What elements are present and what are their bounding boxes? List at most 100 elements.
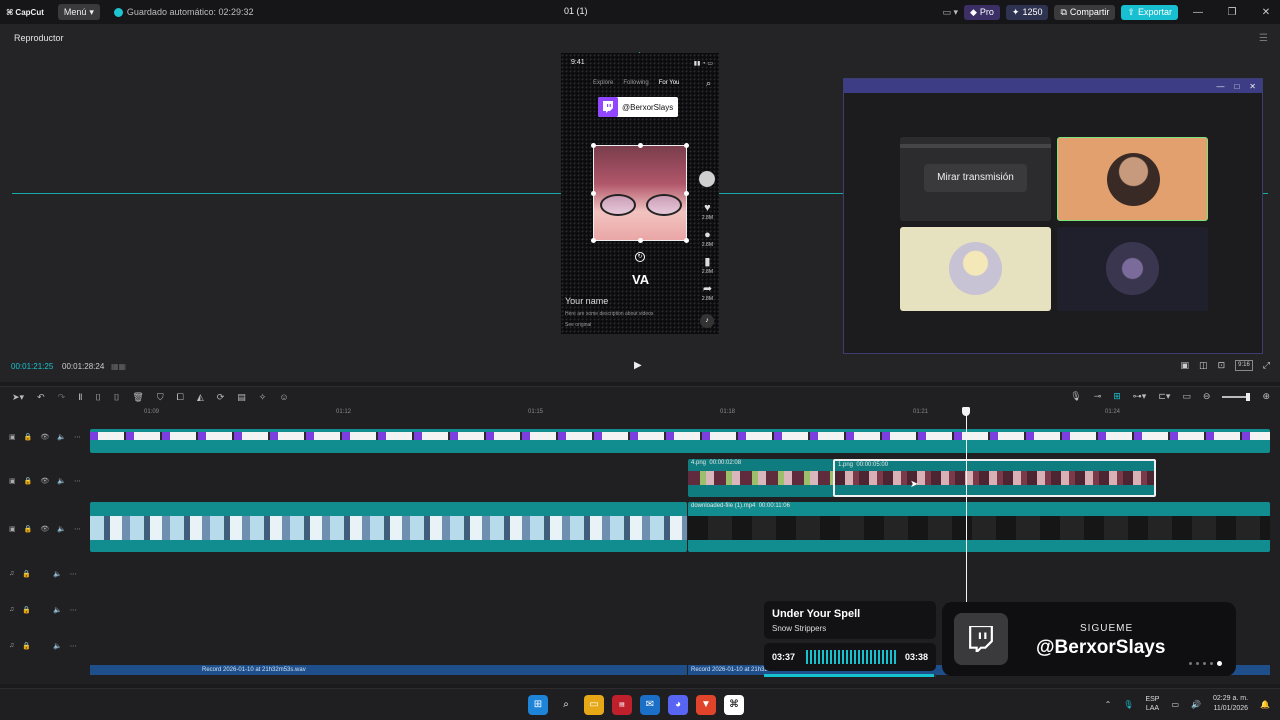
resize-handle-bottom[interactable]	[638, 238, 643, 243]
image-quality-icon[interactable]: ▣	[1181, 360, 1190, 371]
image-clip-1png-selected[interactable]: 1.png 00:00:05:00	[833, 459, 1156, 497]
chain-icon[interactable]: ⊶▾	[1133, 391, 1147, 402]
caption-text[interactable]: VA	[632, 272, 649, 287]
maximize-icon[interactable]: □	[1234, 82, 1239, 91]
windows-start-icon[interactable]: ⊞	[528, 695, 548, 715]
pro-button[interactable]: ◆ Pro	[963, 4, 1000, 20]
resize-handle-bl[interactable]	[591, 238, 596, 243]
mirror-icon[interactable]: ◭	[197, 392, 204, 403]
track-toggle-icon[interactable]: ▣	[9, 525, 16, 533]
eye-icon[interactable]: 👁	[40, 433, 49, 441]
person-cutout-icon[interactable]: ☺	[279, 392, 288, 403]
resize-handle-left[interactable]	[591, 191, 596, 196]
speaker-icon[interactable]: 🔈	[53, 570, 62, 578]
close-icon[interactable]: ✕	[1252, 7, 1280, 18]
zoom-out-icon[interactable]: ⊖	[1203, 391, 1211, 402]
zoom-slider-thumb[interactable]	[1246, 392, 1251, 401]
fullscreen-icon[interactable]: ⤢	[1263, 360, 1270, 371]
aspect-icon[interactable]: ◫	[1199, 360, 1208, 371]
video-clip-downloaded[interactable]: downloaded-file (1).mp4 00:00:11:06	[688, 502, 1270, 552]
image-clip-4png[interactable]: 4.png 00:00:02:08	[688, 459, 834, 497]
split-icon[interactable]: Ⅱ	[78, 392, 82, 403]
more-icon[interactable]: ⋯	[70, 606, 77, 614]
menu-button[interactable]: Menú ▾	[57, 4, 100, 20]
project-title[interactable]: 01 (1)	[564, 6, 588, 16]
resize-handle-tl[interactable]	[591, 143, 596, 148]
speaker-icon[interactable]: 🔈	[57, 477, 66, 485]
resize-handle-tr[interactable]	[684, 143, 689, 148]
outlook-icon[interactable]: ✉	[640, 695, 660, 715]
select-cursor-icon[interactable]: ➤▾	[12, 392, 24, 403]
discord-icon[interactable]: ◕	[668, 695, 688, 715]
volume-icon[interactable]: 🔊	[1191, 700, 1201, 709]
audio-track-icon[interactable]: ♫	[9, 606, 14, 614]
eye-icon[interactable]: 👁	[40, 525, 49, 533]
notifications-icon[interactable]: 🔔	[1260, 700, 1270, 709]
more-icon[interactable]: ⋯	[70, 570, 77, 578]
magnet-icon[interactable]: ⊞	[1113, 391, 1121, 402]
lock-icon[interactable]: 🔒	[22, 570, 31, 578]
lock-icon[interactable]: 🔒	[22, 642, 31, 650]
network-icon[interactable]: ▭	[1171, 700, 1179, 709]
speaker-icon[interactable]: 🔈	[53, 606, 62, 614]
resize-handle-right[interactable]	[684, 191, 689, 196]
shield-icon[interactable]: ⛉	[157, 392, 164, 403]
microphone-icon[interactable]: 🎙	[1070, 391, 1081, 402]
timecode-grid-icon[interactable]: ▦▦	[111, 362, 126, 371]
eye-icon[interactable]: 👁	[40, 477, 49, 485]
zoom-in-icon[interactable]: ⊕	[1262, 391, 1270, 402]
restore-icon[interactable]: ❐	[1218, 7, 1246, 18]
lock-icon[interactable]: 🔒	[24, 433, 33, 441]
twitch-tag-overlay[interactable]: @BerxorSlays	[598, 97, 679, 117]
share-button[interactable]: ⧉ Compartir	[1054, 4, 1116, 20]
play-icon[interactable]: ▶	[634, 360, 642, 371]
more-icon[interactable]: ⋯	[74, 433, 81, 441]
delete-icon[interactable]: 🗑	[132, 392, 143, 403]
more-icon[interactable]: ⋯	[74, 525, 81, 533]
selected-avatar-image[interactable]	[591, 143, 689, 243]
rotate-icon[interactable]: ↻	[635, 252, 645, 262]
speaker-icon[interactable]: 🔈	[53, 642, 62, 650]
news-app-icon[interactable]: ▤	[612, 695, 632, 715]
magic-wand-icon[interactable]: ✧	[259, 392, 267, 403]
credits-button[interactable]: ✦ 1250	[1005, 4, 1049, 20]
more-icon[interactable]: ⋯	[74, 477, 81, 485]
preview-canvas[interactable]: 9:41 ▮▮ ◔ ▭ Explore Following For You ⌕ …	[561, 53, 719, 334]
fit-icon[interactable]: ⊡	[1218, 360, 1226, 371]
link-icon[interactable]: ⊸	[1094, 391, 1102, 402]
track-toggle-icon[interactable]: ▣	[9, 477, 16, 485]
speaker-icon[interactable]: 🔈	[57, 525, 66, 533]
chevron-up-icon[interactable]: ⌃	[1105, 700, 1112, 709]
resize-handle-top[interactable]	[638, 143, 643, 148]
rotate-icon[interactable]: ⟳	[217, 392, 225, 403]
participant-tile[interactable]	[1057, 227, 1208, 311]
redo-icon[interactable]: ↷	[58, 392, 66, 403]
layout-icon[interactable]: ▭ ▾	[942, 7, 958, 18]
zoom-slider[interactable]	[1222, 392, 1251, 401]
more-icon[interactable]: ⋯	[70, 642, 77, 650]
aspect-ratio-button[interactable]: 9:16	[1235, 360, 1253, 371]
hamburger-icon[interactable]: ☰	[1259, 33, 1268, 44]
audio-track-icon[interactable]: ♫	[9, 642, 14, 650]
timeline-ruler[interactable]: 01:09 01:12 01:15 01:18 01:21 01:24	[90, 407, 1270, 419]
subtitle-icon[interactable]: ▭	[1182, 391, 1191, 402]
brave-browser-icon[interactable]: ▼	[696, 695, 716, 715]
language-indicator[interactable]: ESP LAA	[1145, 695, 1159, 713]
track-toggle-icon[interactable]: ▣	[9, 433, 16, 441]
undo-icon[interactable]: ↶	[37, 392, 45, 403]
main-video-clip[interactable]	[90, 502, 687, 552]
audio-track-icon[interactable]: ♫	[9, 570, 14, 578]
participant-tile-active[interactable]	[1057, 137, 1208, 221]
clock[interactable]: 02:29 a. m. 11/01/2026	[1213, 694, 1248, 714]
export-button[interactable]: ⇪ Exportar	[1121, 4, 1178, 20]
overlay-clip[interactable]	[90, 429, 1270, 453]
crop-icon[interactable]: ⧠	[177, 392, 184, 403]
lock-icon[interactable]: 🔒	[22, 606, 31, 614]
participant-tile[interactable]	[900, 227, 1051, 311]
minimize-icon[interactable]: —	[1184, 7, 1212, 18]
lock-icon[interactable]: 🔒	[24, 477, 33, 485]
lock-icon[interactable]: 🔒	[24, 525, 33, 533]
close-icon[interactable]: ✕	[1249, 82, 1256, 91]
speaker-icon[interactable]: 🔈	[57, 433, 66, 441]
minimize-icon[interactable]: —	[1216, 82, 1224, 91]
